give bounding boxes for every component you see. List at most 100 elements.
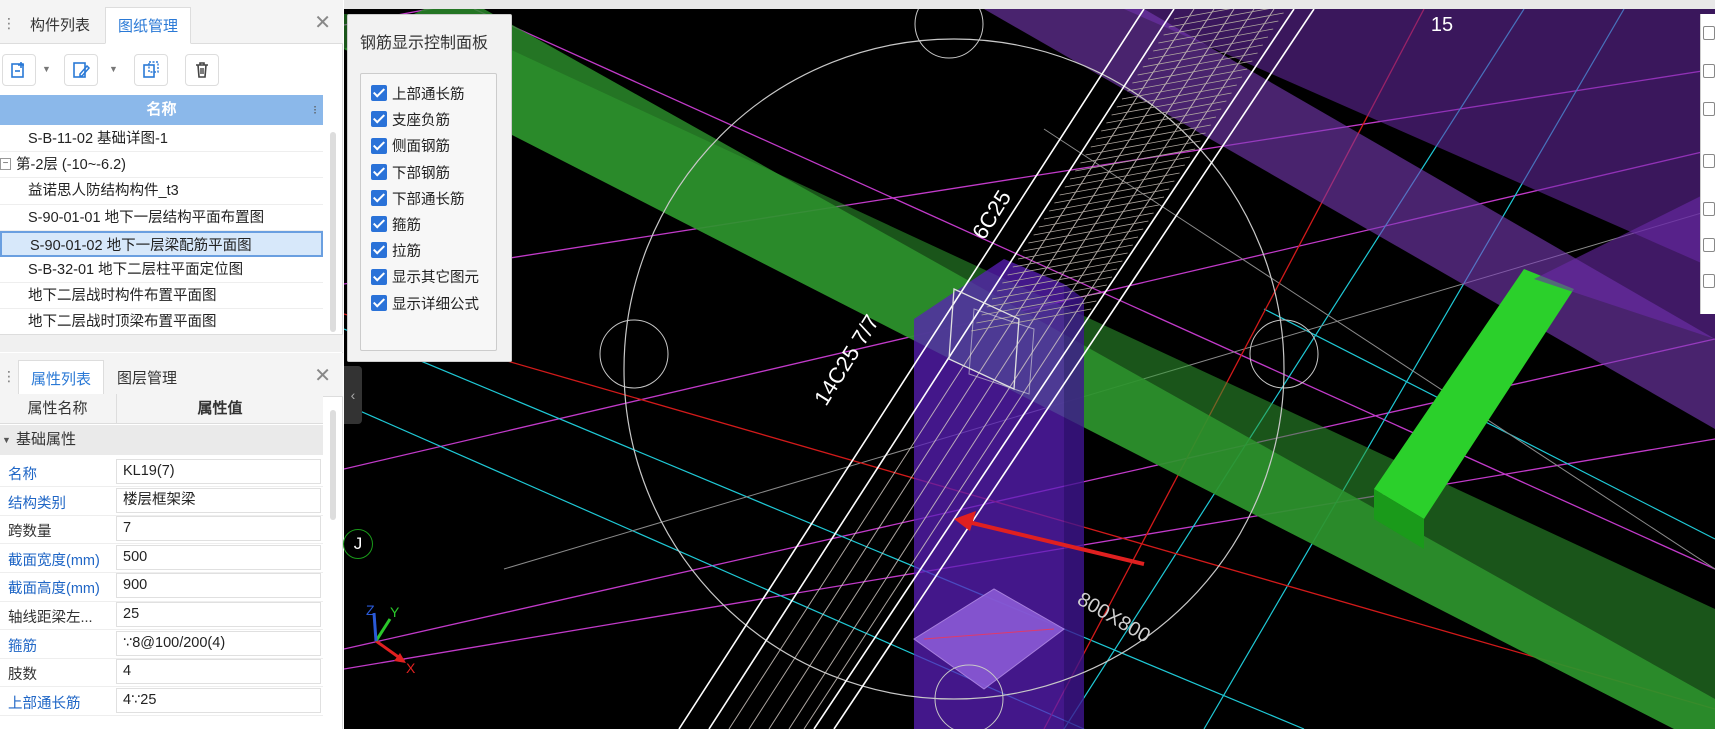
property-row: 轴线距梁左... 25 — [0, 599, 323, 631]
property-section-basic[interactable]: ▼ 基础属性 — [0, 425, 323, 455]
viewport-top-strip — [344, 0, 1715, 9]
property-value-field[interactable]: 7 — [116, 516, 321, 542]
drawing-row[interactable]: S-90-01-01 地下一层结构平面布置图 — [0, 205, 323, 231]
axis-label-15: 15 — [1431, 14, 1453, 36]
tab-property-list[interactable]: 属性列表 — [18, 360, 105, 397]
property-value-field[interactable]: 4 — [116, 659, 321, 685]
drawing-row[interactable]: 益诺思人防结构构件_t3 — [0, 178, 323, 205]
close-icon[interactable]: ✕ — [314, 10, 331, 35]
property-scrollbar[interactable] — [330, 410, 336, 520]
delete-button[interactable] — [185, 54, 219, 86]
drawing-list-scrollbar[interactable] — [330, 132, 336, 332]
drawing-row[interactable]: 地下二层战时顶梁布置平面图 — [0, 309, 323, 336]
column-header-name: 名称 — [146, 101, 177, 118]
green-post[interactable] — [1374, 269, 1574, 519]
chevron-down-icon[interactable]: ▼ — [42, 64, 51, 74]
checkbox-checked-icon[interactable] — [371, 216, 387, 233]
property-table-header: 属性名称 属性值 — [0, 394, 323, 424]
stirrup-line — [1038, 204, 1159, 228]
axis-label-j: J — [353, 534, 363, 553]
property-row: 上部通长筋 4∵25 — [0, 685, 323, 717]
rebar-option-checkbox[interactable]: 侧面钢筋 — [371, 136, 450, 158]
checkbox-checked-icon[interactable] — [371, 85, 387, 102]
split-drawing-button[interactable] — [134, 54, 168, 86]
checkbox-checked-icon[interactable] — [371, 163, 387, 180]
checkbox-checked-icon[interactable] — [371, 294, 387, 311]
stirrup-line — [1017, 236, 1139, 260]
rebar-option-checkbox[interactable]: 上部通长筋 — [371, 84, 465, 106]
drawing-row-label: 地下二层战时构件布置平面图 — [28, 288, 217, 305]
tab-component-list[interactable]: 构件列表 — [18, 7, 102, 44]
property-name: 箍筋 — [8, 638, 37, 655]
rebar-option-checkbox[interactable]: 下部钢筋 — [371, 163, 450, 185]
stirrup-line — [1054, 180, 1175, 204]
rebar-option-label: 下部钢筋 — [392, 165, 450, 182]
property-value-field[interactable]: 楼层框架梁 — [116, 487, 321, 513]
tab-drawing-management[interactable]: 图纸管理 — [105, 7, 192, 44]
rebar-option-label: 支座负筋 — [392, 113, 450, 130]
panel-divider[interactable] — [0, 334, 343, 352]
property-value-field[interactable]: 4∵25 — [116, 687, 321, 713]
rebar-label-side: 14C25 7/7 — [809, 310, 884, 409]
axis-z-label: Z — [366, 602, 375, 618]
close-icon[interactable]: ✕ — [314, 363, 331, 388]
checkbox-checked-icon[interactable] — [371, 111, 387, 128]
rebar-option-checkbox[interactable]: 显示其它图元 — [371, 267, 479, 289]
column-header-property-name: 属性名称 — [27, 400, 88, 417]
rebar-option-checkbox[interactable]: 箍筋 — [371, 215, 421, 237]
drawing-row-label: S-B-32-01 地下二层柱平面定位图 — [28, 261, 244, 278]
floor-group-row[interactable]: − 第-2层 (-10~-6.2) — [0, 152, 323, 179]
drag-grip-icon[interactable]: ⋮ — [2, 14, 16, 32]
rebar-option-checkbox[interactable]: 显示详细公式 — [371, 294, 479, 316]
property-value-field[interactable]: 900 — [116, 573, 321, 599]
collapse-minus-icon[interactable]: − — [0, 158, 11, 171]
view-tool-icon[interactable] — [1703, 26, 1715, 40]
property-value-field[interactable]: 500 — [116, 544, 321, 570]
drawing-list: S-B-11-02 基础详图-1 − 第-2层 (-10~-6.2) 益诺思人防结构构… — [0, 126, 323, 336]
rebar-option-checkbox[interactable]: 下部通长筋 — [371, 189, 465, 211]
rebar-option-checkbox[interactable]: 支座负筋 — [371, 110, 450, 132]
property-value-field[interactable]: KL19(7) — [116, 459, 321, 484]
3d-viewport[interactable]: 15 J 6C25 14C25 7/7 800X800 X Y Z — [344, 9, 1715, 729]
drawing-table-header: 名称 ⁝ — [0, 95, 323, 125]
view-tool-icon[interactable] — [1703, 202, 1715, 216]
property-row: 箍筋 ∵8@100/200(4) — [0, 628, 323, 659]
viewport-canvas[interactable]: 15 J 6C25 14C25 7/7 800X800 X Y Z — [344, 9, 1715, 729]
drawing-row[interactable]: 地下二层战时构件布置平面图 — [0, 283, 323, 310]
property-row: 名称 KL19(7) — [0, 456, 323, 488]
tab-layer-management[interactable]: 图层管理 — [105, 360, 189, 397]
rebar-option-checkbox[interactable]: 拉筋 — [371, 241, 421, 263]
drag-grip-icon[interactable]: ⋮ — [2, 367, 16, 385]
checkbox-checked-icon[interactable] — [371, 189, 387, 206]
checkbox-checked-icon[interactable] — [371, 242, 387, 259]
checkbox-checked-icon[interactable] — [371, 137, 387, 154]
drawing-row[interactable]: S-90-01-02 地下一层梁配筋平面图 — [0, 230, 323, 257]
add-drawing-button[interactable] — [2, 54, 36, 86]
column-more-icon[interactable]: ⁝ — [313, 95, 317, 125]
chevron-down-icon[interactable]: ▼ — [109, 64, 118, 74]
property-value-field[interactable]: ∵8@100/200(4) — [116, 630, 321, 656]
stirrup-line — [1059, 172, 1180, 196]
property-value-field[interactable]: 25 — [116, 602, 321, 627]
view-tool-icon[interactable] — [1703, 238, 1715, 252]
rebar-label-top: 6C25 — [967, 186, 1016, 244]
axis-bubble — [914, 9, 984, 59]
collapse-triangle-icon[interactable]: ▼ — [2, 425, 11, 455]
split-drawing-icon — [143, 61, 159, 78]
view-tool-icon[interactable] — [1703, 154, 1715, 168]
view-tool-icon[interactable] — [1703, 102, 1715, 116]
stirrup-line — [1023, 228, 1144, 252]
collapse-panel-button[interactable]: ‹ — [344, 366, 362, 424]
drawing-row[interactable]: S-B-11-02 基础详图-1 — [0, 126, 323, 153]
edit-drawing-button[interactable] — [64, 54, 98, 86]
drawing-row[interactable]: S-B-32-01 地下二层柱平面定位图 — [0, 257, 323, 284]
view-tool-icon[interactable] — [1703, 274, 1715, 288]
checkbox-checked-icon[interactable] — [371, 268, 387, 285]
rebar-option-label: 显示其它图元 — [392, 270, 479, 287]
rebar-option-label: 上部通长筋 — [392, 87, 465, 103]
view-tool-icon[interactable] — [1703, 64, 1715, 78]
drawing-row-label: 益诺思人防结构构件_t3 — [28, 183, 179, 200]
rebar-option-label: 箍筋 — [392, 218, 421, 234]
add-drawing-icon — [11, 62, 24, 78]
stirrup-line — [1033, 212, 1154, 236]
